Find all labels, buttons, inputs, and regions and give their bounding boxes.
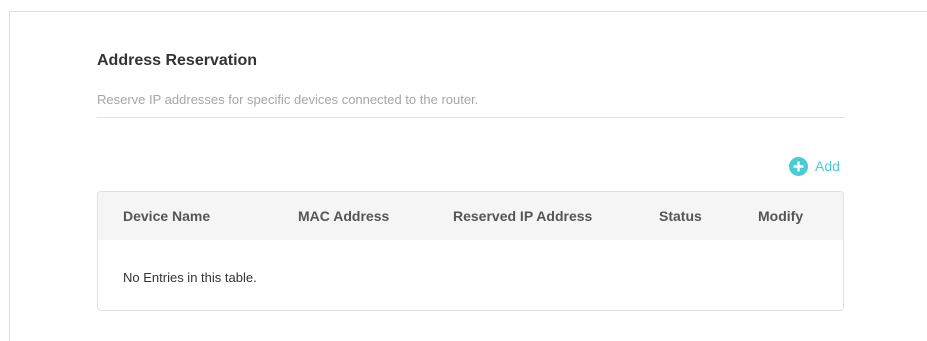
reservation-table: Device Name MAC Address Reserved IP Addr… xyxy=(97,191,844,311)
empty-table-message: No Entries in this table. xyxy=(123,270,257,285)
column-header-modify: Modify xyxy=(758,208,804,224)
add-button[interactable]: Add xyxy=(789,156,840,176)
column-header-mac-address[interactable]: MAC Address xyxy=(298,208,389,224)
column-header-reserved-ip[interactable]: Reserved IP Address xyxy=(453,208,592,224)
column-header-status[interactable]: Status xyxy=(659,208,702,224)
plus-circle-icon xyxy=(789,156,808,176)
add-button-label: Add xyxy=(815,158,840,174)
column-header-device-name[interactable]: Device Name xyxy=(123,208,210,224)
table-header: Device Name MAC Address Reserved IP Addr… xyxy=(98,192,843,240)
section-description: Reserve IP addresses for specific device… xyxy=(97,92,479,107)
section-title: Address Reservation xyxy=(97,52,258,69)
section-divider xyxy=(97,117,845,118)
